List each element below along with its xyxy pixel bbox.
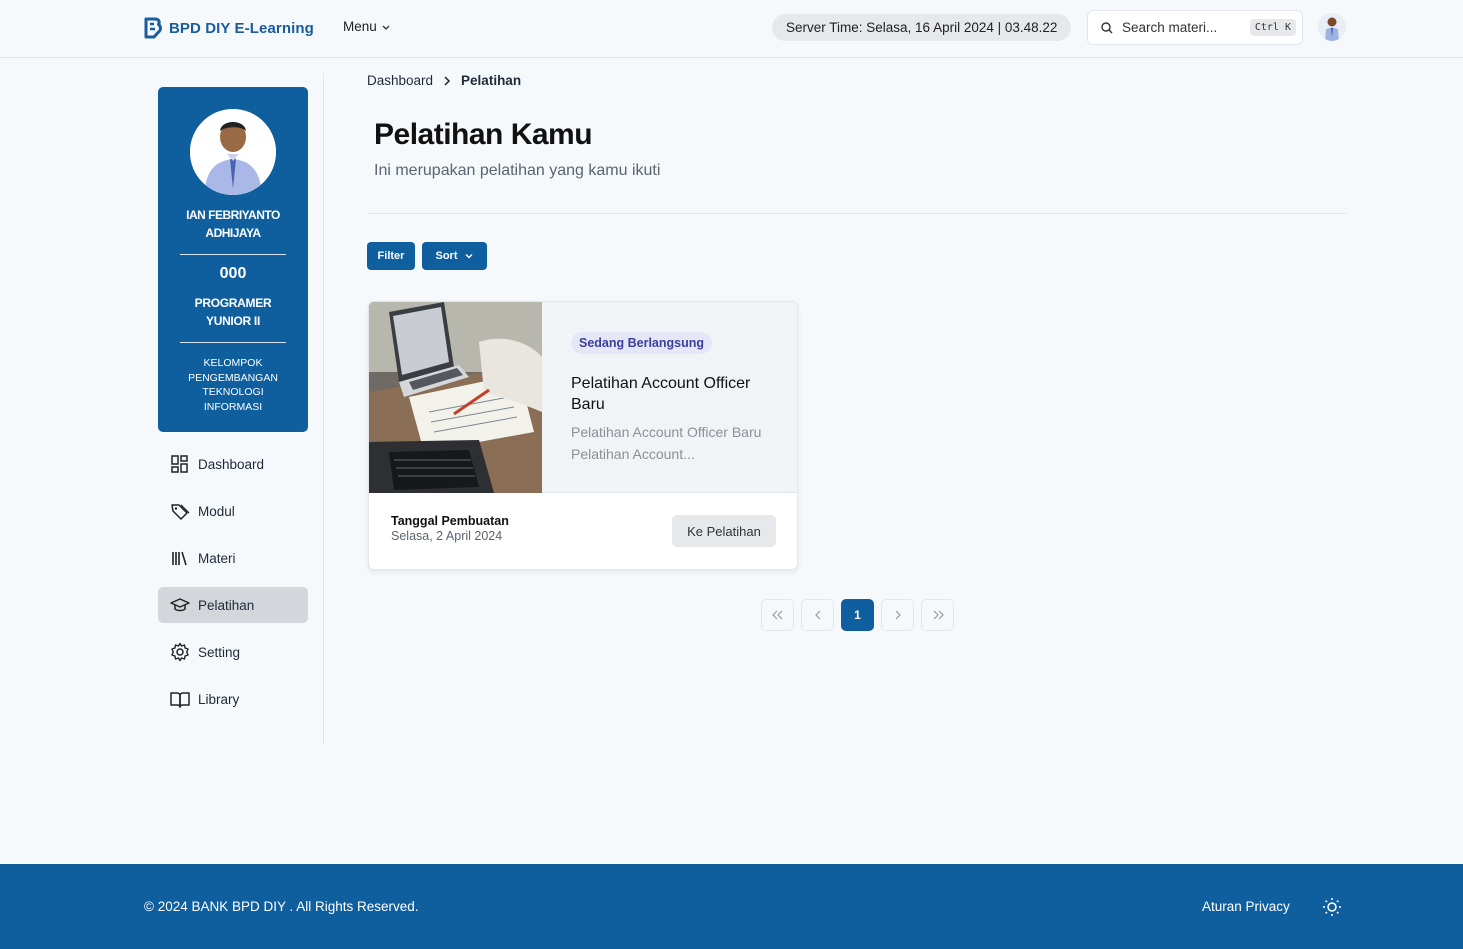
sidebar-nav: Dashboard Modul Materi Pelatihan Setting… bbox=[158, 446, 308, 717]
prev-page-button[interactable] bbox=[801, 599, 834, 631]
sidebar-item-dashboard[interactable]: Dashboard bbox=[158, 446, 308, 482]
search-shortcut: Ctrl K bbox=[1249, 19, 1296, 36]
go-to-training-button[interactable]: Ke Pelatihan bbox=[672, 515, 776, 547]
gear-icon bbox=[171, 642, 189, 662]
sidebar-item-label: Materi bbox=[198, 550, 236, 566]
date-label: Tanggal Pembuatan bbox=[391, 514, 509, 528]
sidebar: IAN FEBRIYANTO ADHIJAYA 000 PROGRAMER YU… bbox=[158, 87, 308, 728]
footer-copyright: © 2024 BANK BPD DIY . All Rights Reserve… bbox=[144, 899, 419, 914]
footer: © 2024 BANK BPD DIY . All Rights Reserve… bbox=[0, 864, 1463, 949]
sidebar-item-label: Library bbox=[198, 691, 240, 707]
divider bbox=[367, 213, 1346, 214]
sidebar-item-label: Dashboard bbox=[198, 456, 265, 472]
sidebar-item-setting[interactable]: Setting bbox=[158, 634, 308, 670]
sort-label: Sort bbox=[435, 250, 458, 262]
chevron-down-icon bbox=[465, 254, 472, 259]
search-input[interactable]: Search materi... Ctrl K bbox=[1087, 10, 1303, 45]
breadcrumb-link-dashboard[interactable]: Dashboard bbox=[367, 73, 433, 88]
status-badge: Sedang Berlangsung bbox=[571, 332, 713, 354]
chevron-right-icon bbox=[895, 610, 901, 620]
tag-icon bbox=[171, 504, 190, 520]
profile-name: IAN FEBRIYANTO ADHIJAYA bbox=[186, 208, 280, 240]
menu-dropdown[interactable]: Menu bbox=[343, 19, 391, 34]
bpd-logo-icon bbox=[144, 17, 162, 39]
profile-card: IAN FEBRIYANTO ADHIJAYA 000 PROGRAMER YU… bbox=[158, 87, 308, 432]
chevrons-left-icon bbox=[771, 610, 782, 620]
chevron-down-icon bbox=[382, 25, 390, 30]
chevron-left-icon bbox=[814, 610, 820, 620]
date-value: Selasa, 2 April 2024 bbox=[391, 529, 503, 543]
library-books-icon bbox=[172, 551, 187, 566]
pagination: 1 bbox=[761, 599, 954, 631]
training-thumbnail bbox=[369, 302, 542, 493]
profile-nip: 000 bbox=[219, 265, 247, 282]
sidebar-item-label: Modul bbox=[198, 503, 235, 519]
training-title: Pelatihan Account Officer Baru bbox=[571, 375, 751, 413]
chevron-right-icon bbox=[444, 75, 451, 86]
avatar-image bbox=[1325, 17, 1339, 41]
profile-photo bbox=[190, 109, 276, 195]
user-avatar[interactable] bbox=[1318, 13, 1346, 41]
dashboard-icon bbox=[171, 455, 188, 473]
privacy-link[interactable]: Aturan Privacy bbox=[1202, 899, 1290, 914]
profile-divider bbox=[180, 254, 286, 255]
profile-group: KELOMPOK PENGEMBANGAN TEKNOLOGI INFORMAS… bbox=[188, 357, 278, 413]
sidebar-item-pelatihan[interactable]: Pelatihan bbox=[158, 587, 308, 623]
training-card: Sedang Berlangsung Pelatihan Account Off… bbox=[368, 301, 798, 570]
profile-avatar-image bbox=[190, 109, 276, 195]
brand-name: BPD DIY E-Learning bbox=[169, 19, 314, 37]
top-navbar: BPD DIY E-Learning Menu Server Time: Sel… bbox=[0, 0, 1463, 58]
profile-divider bbox=[180, 342, 286, 343]
sidebar-item-materi[interactable]: Materi bbox=[158, 540, 308, 576]
page-button-current[interactable]: 1 bbox=[841, 599, 874, 631]
first-page-button[interactable] bbox=[761, 599, 794, 631]
sidebar-item-modul[interactable]: Modul bbox=[158, 493, 308, 529]
sidebar-item-label: Pelatihan bbox=[198, 597, 255, 613]
next-page-button[interactable] bbox=[881, 599, 914, 631]
training-description: Pelatihan Account Officer Baru Pelatihan… bbox=[571, 424, 762, 462]
chevrons-right-icon bbox=[933, 610, 944, 620]
breadcrumb: Dashboard Pelatihan bbox=[367, 73, 521, 88]
sort-button[interactable]: Sort bbox=[422, 242, 487, 270]
sidebar-item-label: Setting bbox=[198, 644, 241, 660]
graduation-cap-icon bbox=[170, 598, 190, 612]
last-page-button[interactable] bbox=[921, 599, 954, 631]
filter-button[interactable]: Filter bbox=[367, 242, 415, 270]
brand-logo[interactable]: BPD DIY E-Learning bbox=[143, 17, 314, 39]
sidebar-divider bbox=[323, 73, 324, 745]
open-book-icon bbox=[170, 692, 190, 708]
server-time: Server Time: Selasa, 16 April 2024 | 03.… bbox=[772, 14, 1072, 41]
profile-job-title: PROGRAMER YUNIOR II bbox=[194, 296, 272, 328]
sun-icon[interactable] bbox=[1322, 897, 1342, 917]
card-header: Sedang Berlangsung Pelatihan Account Off… bbox=[369, 302, 797, 493]
search-icon bbox=[1101, 21, 1113, 33]
breadcrumb-current: Pelatihan bbox=[461, 73, 522, 88]
search-placeholder: Search materi... bbox=[1122, 20, 1218, 35]
page-title: Pelatihan Kamu bbox=[374, 118, 593, 151]
sidebar-item-library[interactable]: Library bbox=[158, 681, 308, 717]
page-subtitle: Ini merupakan pelatihan yang kamu ikuti bbox=[374, 162, 661, 179]
menu-label: Menu bbox=[343, 19, 377, 34]
